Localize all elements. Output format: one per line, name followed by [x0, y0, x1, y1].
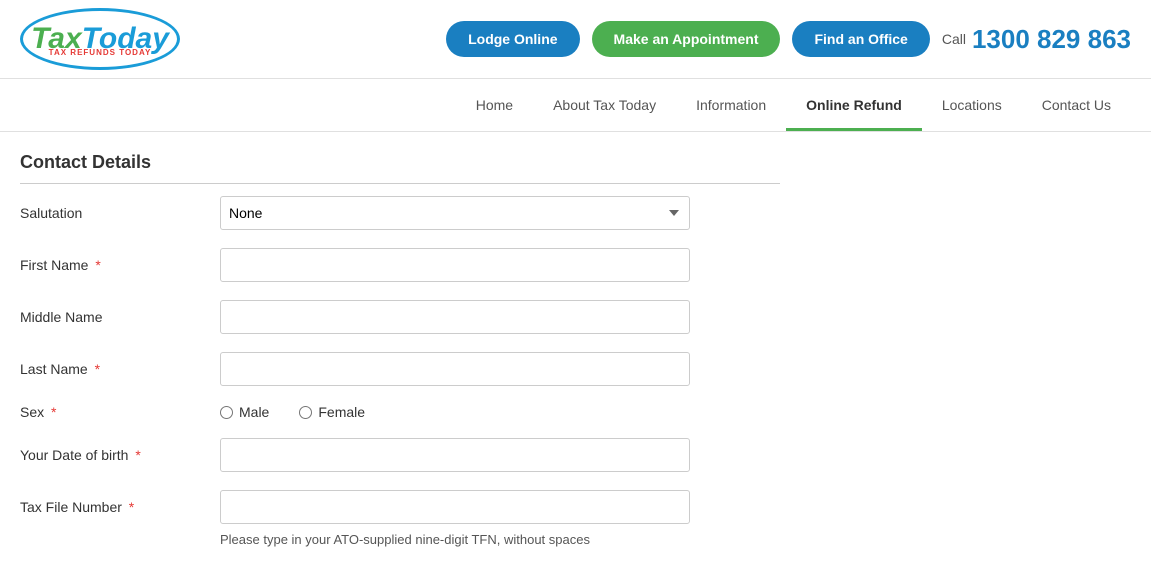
dob-input[interactable]: [220, 438, 690, 472]
sex-male-option[interactable]: Male: [220, 404, 269, 420]
content-area: Contact Details Salutation None Mr Mrs M…: [0, 132, 800, 567]
logo: TaxToday TAX REFUNDS TODAY: [20, 8, 180, 70]
middle-name-input[interactable]: [220, 300, 690, 334]
dob-label: Your Date of birth *: [20, 447, 220, 463]
salutation-label: Salutation: [20, 205, 220, 221]
nav-item-information[interactable]: Information: [676, 79, 786, 131]
nav-item-home[interactable]: Home: [456, 79, 533, 131]
tfn-row: Tax File Number *: [20, 490, 780, 524]
sex-female-option[interactable]: Female: [299, 404, 365, 420]
nav-bar: Home About Tax Today Information Online …: [0, 79, 1151, 132]
make-appointment-button[interactable]: Make an Appointment: [592, 21, 781, 57]
salutation-select[interactable]: None Mr Mrs Ms Miss Dr: [220, 196, 690, 230]
call-label: Call: [942, 31, 966, 47]
phone-number: 1300 829 863: [972, 24, 1131, 55]
sex-row: Sex * Male Female: [20, 404, 780, 420]
nav-item-contact[interactable]: Contact Us: [1022, 79, 1131, 131]
middle-name-label: Middle Name: [20, 309, 220, 325]
dob-row: Your Date of birth *: [20, 438, 780, 472]
top-bar: TaxToday TAX REFUNDS TODAY Lodge Online …: [0, 0, 1151, 79]
last-name-input[interactable]: [220, 352, 690, 386]
section-title: Contact Details: [20, 152, 780, 184]
sex-male-radio[interactable]: [220, 406, 233, 419]
last-name-label: Last Name *: [20, 361, 220, 377]
sex-radio-group: Male Female: [220, 404, 365, 420]
required-star: *: [91, 257, 100, 273]
call-area: Call 1300 829 863: [942, 24, 1131, 55]
first-name-row: First Name *: [20, 248, 780, 282]
nav-item-about[interactable]: About Tax Today: [533, 79, 676, 131]
nav-item-online-refund[interactable]: Online Refund: [786, 79, 922, 131]
first-name-label: First Name *: [20, 257, 220, 273]
required-star: *: [125, 499, 134, 515]
middle-name-row: Middle Name: [20, 300, 780, 334]
nav-item-locations[interactable]: Locations: [922, 79, 1022, 131]
required-star: *: [91, 361, 100, 377]
required-star: *: [131, 447, 140, 463]
first-name-input[interactable]: [220, 248, 690, 282]
salutation-row: Salutation None Mr Mrs Ms Miss Dr: [20, 196, 780, 230]
sex-label: Sex *: [20, 404, 220, 420]
tfn-hint: Please type in your ATO-supplied nine-di…: [220, 532, 780, 547]
logo-subtitle: TAX REFUNDS TODAY: [49, 48, 152, 57]
tfn-label: Tax File Number *: [20, 499, 220, 515]
lodge-online-button[interactable]: Lodge Online: [446, 21, 579, 57]
required-star: *: [47, 404, 56, 420]
find-office-button[interactable]: Find an Office: [792, 21, 929, 57]
sex-female-radio[interactable]: [299, 406, 312, 419]
tfn-input[interactable]: [220, 490, 690, 524]
logo-area: TaxToday TAX REFUNDS TODAY: [20, 8, 180, 70]
last-name-row: Last Name *: [20, 352, 780, 386]
